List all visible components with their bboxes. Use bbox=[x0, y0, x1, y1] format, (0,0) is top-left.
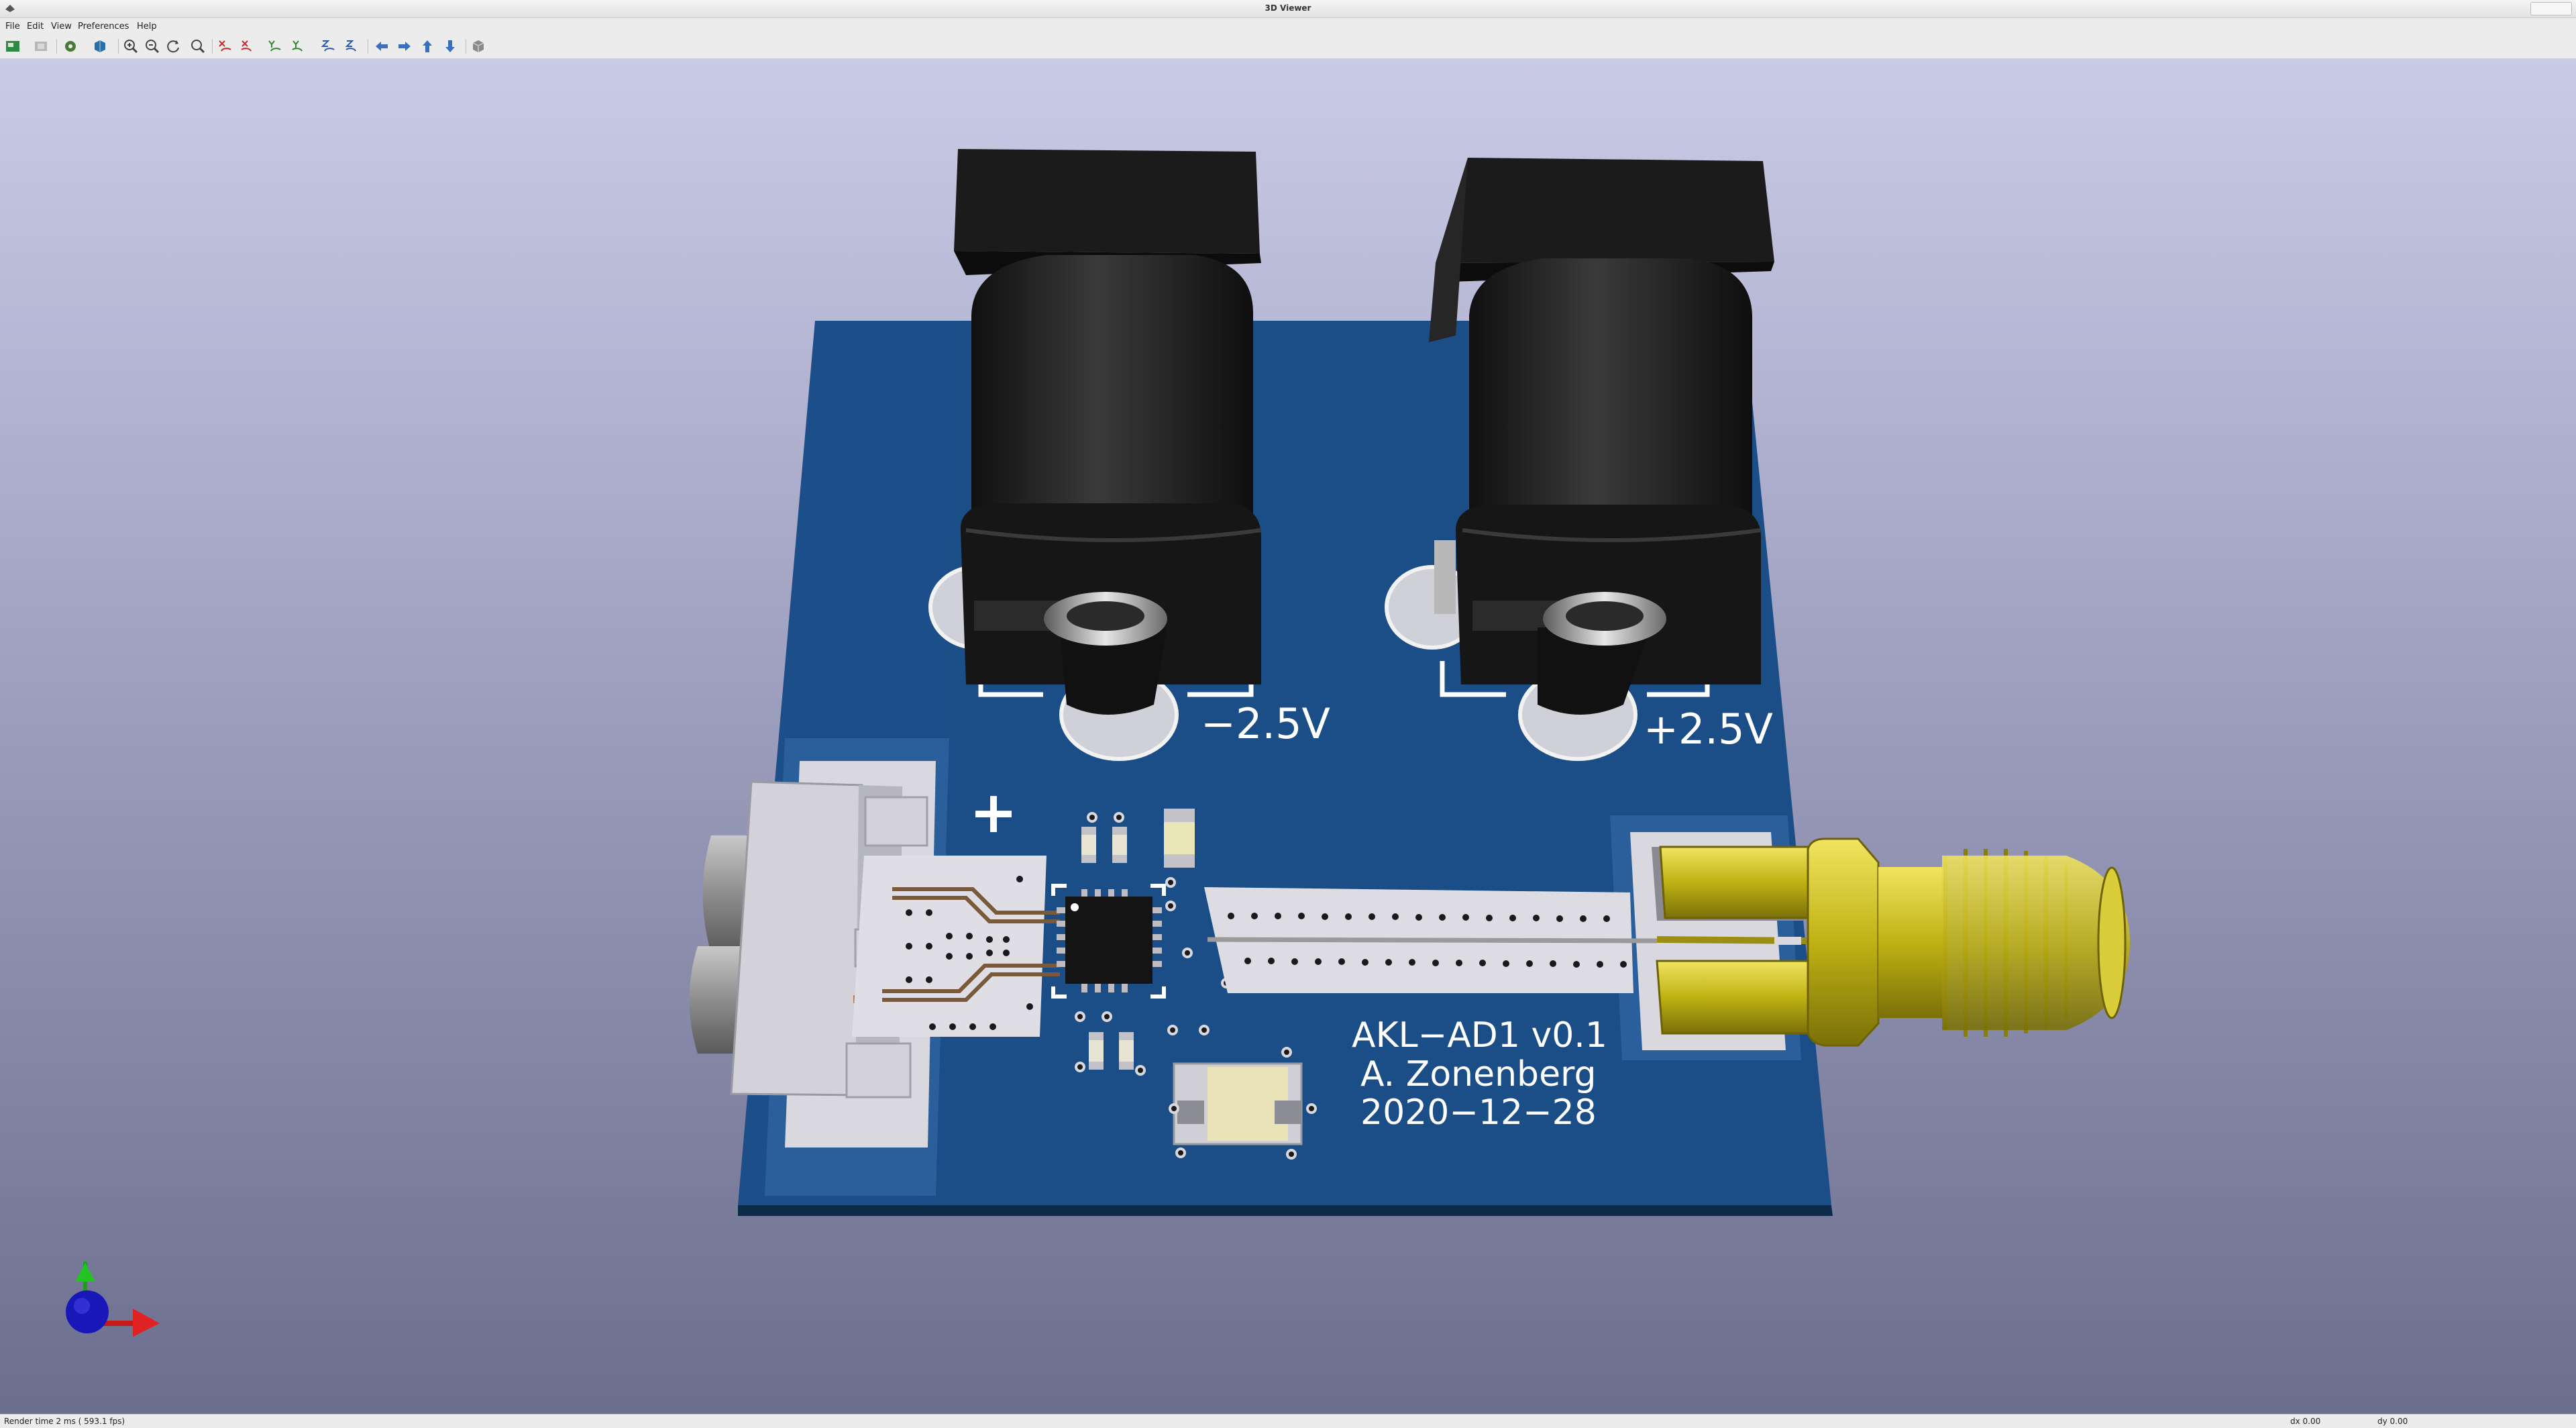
status-dx: dx 0.00 bbox=[2290, 1417, 2321, 1426]
silk-minus-label: −2.5V bbox=[1201, 699, 1330, 748]
move-up-icon[interactable] bbox=[419, 38, 436, 55]
microstrip-line bbox=[1204, 887, 1658, 993]
silk-plus-label: +2.5V bbox=[1644, 705, 1773, 754]
menu-help[interactable]: Help bbox=[137, 21, 157, 32]
3d-viewport[interactable]: −2.5V +2.5V + AKL−AD1 v0.1 A. Zonenberg … bbox=[0, 59, 2576, 1414]
raytrace-icon[interactable] bbox=[91, 38, 109, 55]
zoom-in-icon[interactable] bbox=[122, 38, 140, 55]
dc-jack-right bbox=[1429, 158, 1774, 715]
rotate-z-cw-icon[interactable] bbox=[319, 38, 337, 55]
sma-connector bbox=[1652, 837, 2130, 1047]
rotate-z-ccw-icon[interactable] bbox=[343, 38, 361, 55]
zoom-fit-icon[interactable] bbox=[189, 38, 207, 55]
menu-edit[interactable]: Edit bbox=[27, 21, 44, 32]
menu-bar: File Edit View Preferences Help bbox=[0, 18, 2576, 34]
ic-amplifier bbox=[1051, 884, 1166, 999]
capacitor bbox=[1164, 809, 1195, 868]
board-render: −2.5V +2.5V + AKL−AD1 v0.1 A. Zonenberg … bbox=[66, 149, 2130, 1337]
silk-plus-mark: + bbox=[969, 779, 1018, 846]
menu-view[interactable]: View bbox=[51, 21, 72, 32]
status-dy: dy 0.00 bbox=[2377, 1417, 2408, 1426]
status-bar: Render time 2 ms ( 593.1 fps) dx 0.00 dy… bbox=[0, 1414, 2576, 1428]
silk-board-name: AKL−AD1 v0.1 bbox=[1352, 1015, 1607, 1056]
window-title: 3D Viewer bbox=[1265, 3, 1311, 13]
zoom-redraw-icon[interactable] bbox=[165, 38, 182, 55]
diff-pair-traces bbox=[852, 856, 1060, 1037]
toolbar-separator bbox=[118, 39, 119, 54]
render-settings-icon[interactable] bbox=[62, 38, 79, 55]
title-bar: 3D Viewer bbox=[0, 0, 2576, 18]
menu-preferences[interactable]: Preferences bbox=[78, 21, 129, 32]
toolbar-separator bbox=[212, 39, 213, 54]
move-down-icon[interactable] bbox=[441, 38, 459, 55]
toolbar bbox=[0, 34, 2576, 59]
reload-board-icon[interactable] bbox=[4, 38, 21, 55]
window-controls[interactable] bbox=[2530, 2, 2572, 15]
dc-jack-left bbox=[954, 149, 1262, 715]
axis-gizmo bbox=[66, 1262, 160, 1337]
move-right-icon[interactable] bbox=[396, 38, 413, 55]
menu-file[interactable]: File bbox=[5, 21, 20, 32]
silk-author: A. Zonenberg bbox=[1360, 1054, 1597, 1094]
ortho-toggle-icon[interactable] bbox=[470, 38, 487, 55]
copy-image-icon[interactable] bbox=[32, 38, 50, 55]
rotate-x-cw-icon[interactable] bbox=[216, 38, 233, 55]
move-left-icon[interactable] bbox=[373, 38, 390, 55]
status-render-time: Render time 2 ms ( 593.1 fps) bbox=[4, 1417, 125, 1426]
zoom-out-icon[interactable] bbox=[144, 38, 161, 55]
capacitor bbox=[1112, 827, 1127, 863]
rotate-y-ccw-icon[interactable] bbox=[290, 38, 307, 55]
capacitor bbox=[1119, 1032, 1134, 1070]
silk-date: 2020−12−28 bbox=[1360, 1092, 1597, 1133]
bottom-component bbox=[1169, 1047, 1317, 1160]
capacitor bbox=[1089, 1032, 1104, 1070]
capacitor bbox=[1081, 827, 1096, 863]
rotate-x-ccw-icon[interactable] bbox=[239, 38, 256, 55]
toolbar-separator bbox=[56, 39, 57, 54]
rotate-y-cw-icon[interactable] bbox=[266, 38, 283, 55]
